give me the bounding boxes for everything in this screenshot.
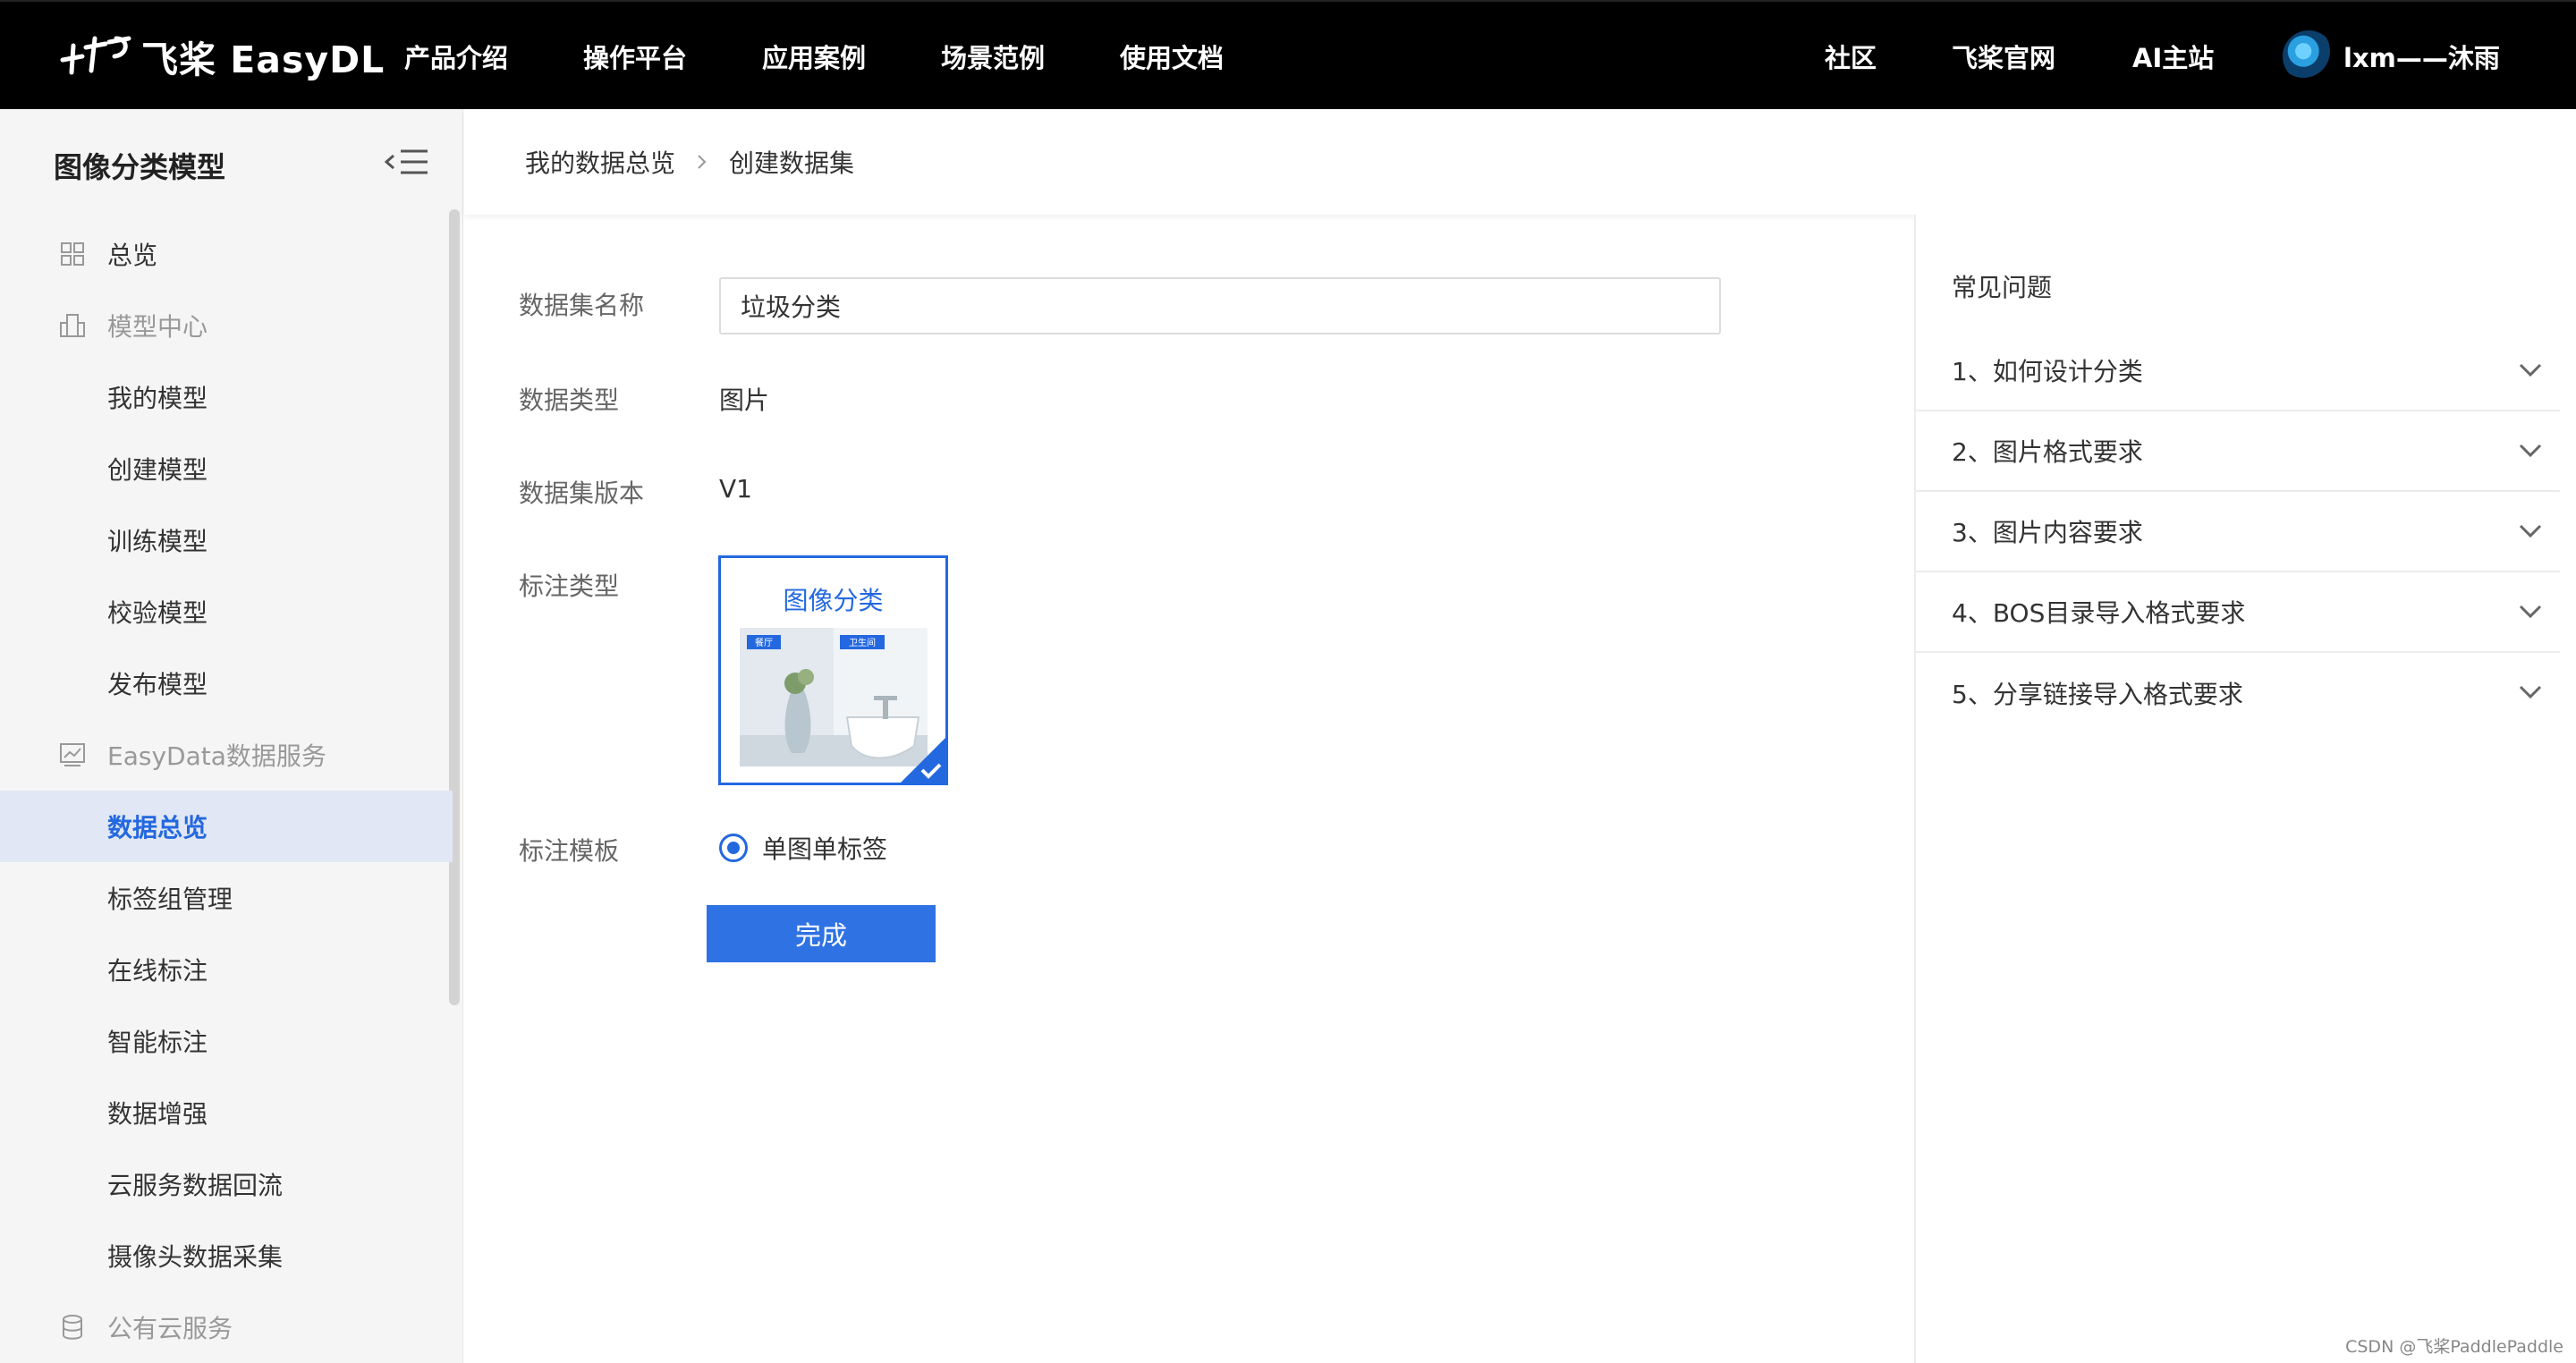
sidebar-group-public-cloud[interactable]: 公有云服务 (0, 1291, 453, 1363)
sidebar-item-verify-model[interactable]: 校验模型 (0, 576, 453, 648)
sidebar-item-label: 训练模型 (107, 527, 208, 556)
sidebar-item-train-model[interactable]: 训练模型 (0, 504, 453, 576)
dataset-version-label: 数据集版本 (519, 478, 645, 508)
nav-ai-site[interactable]: AI主站 (2132, 38, 2214, 75)
avatar (2283, 30, 2334, 82)
faq-question: 2、图片格式要求 (1952, 437, 2143, 467)
sidebar-item-label: 我的模型 (107, 384, 208, 413)
sidebar-item-label: 校验模型 (107, 598, 208, 628)
database-icon (63, 1315, 82, 1340)
annotation-type-label: 标注类型 (519, 571, 620, 601)
dataset-name-label: 数据集名称 (519, 291, 645, 320)
faq-item[interactable]: 3、图片内容要求 (1916, 492, 2560, 572)
dataset-version-value: V1 (719, 474, 752, 504)
faq-panel: 常见问题 1、如何设计分类 2、图片格式要求 3、图片内容要求 4、BOS目录导… (1914, 215, 2576, 1363)
radio-selected-dot (727, 842, 740, 854)
faq-item[interactable]: 4、BOS目录导入格式要求 (1916, 572, 2560, 653)
faq-question: 1、如何设计分类 (1952, 357, 2143, 386)
data-type-label: 数据类型 (519, 385, 620, 415)
chevron-down-icon (2519, 605, 2542, 619)
grid-icon (61, 242, 84, 266)
sidebar-group-easydata[interactable]: EasyData数据服务 (0, 719, 453, 791)
sidebar-item-label: 摄像头数据采集 (107, 1242, 284, 1272)
sidebar-item-my-models[interactable]: 我的模型 (0, 361, 453, 433)
sidebar-item-smart-annotation[interactable]: 智能标注 (0, 1005, 453, 1077)
sidebar-item-publish-model[interactable]: 发布模型 (0, 648, 453, 719)
sidebar-group-label: 公有云服务 (107, 1314, 233, 1343)
chevron-down-icon (2519, 363, 2542, 377)
watermark: CSDN @飞桨PaddlePaddle (2345, 1337, 2563, 1357)
annotation-type-option: 图像分类 (783, 586, 884, 615)
faq-item[interactable]: 2、图片格式要求 (1916, 411, 2560, 492)
scene-tag-bathroom: 卫生间 (849, 637, 876, 648)
sidebar-item-label: 数据总览 (107, 813, 208, 842)
sidebar-item-overview[interactable]: 总览 (0, 218, 453, 290)
image-classification-illustration: 餐厅 卫生间 (740, 628, 928, 766)
breadcrumb-current: 创建数据集 (729, 148, 855, 178)
sidebar: 图像分类模型 总览 模型中心 我的模型 创建模型 训练模型 校验模型 发布模型 (0, 109, 463, 1363)
paddle-logo-icon (60, 36, 131, 75)
top-navbar: 飞桨 EasyDL 产品介绍 操作平台 应用案例 场景范例 使用文档 社区 飞桨… (0, 0, 2576, 109)
building-icon (60, 314, 85, 337)
chevron-down-icon (2519, 524, 2542, 538)
sidebar-item-label: 智能标注 (107, 1028, 208, 1057)
faq-item[interactable]: 1、如何设计分类 (1916, 331, 2560, 411)
breadcrumb: 我的数据总览 创建数据集 (464, 109, 2576, 215)
collapse-sidebar-icon[interactable] (385, 147, 429, 177)
sidebar-item-label-groups[interactable]: 标签组管理 (0, 862, 453, 934)
scene-tag-dining: 餐厅 (755, 637, 773, 648)
sidebar-item-label: 数据增强 (107, 1099, 208, 1129)
breadcrumb-parent[interactable]: 我的数据总览 (525, 144, 675, 180)
nav-product-intro[interactable]: 产品介绍 (404, 38, 508, 75)
nav-platform[interactable]: 操作平台 (583, 38, 687, 75)
sidebar-item-camera-collection[interactable]: 摄像头数据采集 (0, 1220, 453, 1291)
sidebar-item-label: 总览 (107, 241, 158, 270)
sidebar-group-model-center[interactable]: 模型中心 (0, 290, 453, 361)
nav-paddle-site[interactable]: 飞桨官网 (1952, 38, 2055, 75)
sidebar-title: 图像分类模型 (54, 150, 226, 184)
faq-question: 4、BOS目录导入格式要求 (1952, 598, 2246, 628)
user-menu[interactable]: lxm——沐雨 (2283, 27, 2500, 86)
sidebar-item-label: 云服务数据回流 (107, 1171, 284, 1200)
faq-question: 5、分享链接导入格式要求 (1952, 680, 2243, 709)
sidebar-item-label: 创建模型 (107, 455, 208, 485)
sidebar-item-label: 发布模型 (107, 670, 208, 699)
done-button[interactable]: 完成 (707, 905, 936, 962)
sidebar-item-data-overview[interactable]: 数据总览 (0, 791, 453, 862)
sidebar-item-create-model[interactable]: 创建模型 (0, 433, 453, 504)
faq-title: 常见问题 (1952, 273, 2053, 302)
chevron-down-icon (2519, 685, 2542, 699)
dataset-name-input[interactable] (719, 277, 1721, 334)
nav-docs[interactable]: 使用文档 (1120, 38, 1224, 75)
sidebar-group-label: EasyData数据服务 (107, 741, 326, 771)
logo-text: 飞桨 EasyDL (141, 38, 386, 81)
annotation-type-card-image-classification[interactable]: 图像分类 餐厅 卫生间 (718, 555, 948, 785)
annotation-template-label: 标注模板 (519, 836, 620, 866)
chart-icon (60, 743, 85, 766)
chevron-right-icon (698, 155, 707, 169)
template-option-label: 单图单标签 (762, 834, 888, 864)
sidebar-item-label: 在线标注 (107, 956, 208, 986)
nav-scenarios[interactable]: 场景范例 (941, 38, 1045, 75)
sidebar-item-cloud-data-reflow[interactable]: 云服务数据回流 (0, 1148, 453, 1220)
radio-button[interactable] (719, 834, 748, 862)
nav-cases[interactable]: 应用案例 (762, 38, 866, 75)
template-radio-single-label[interactable]: 单图单标签 (719, 830, 887, 866)
logo[interactable]: 飞桨 EasyDL (59, 29, 385, 84)
sidebar-item-label: 标签组管理 (107, 885, 233, 914)
nav-community[interactable]: 社区 (1825, 38, 1877, 75)
sidebar-item-online-annotation[interactable]: 在线标注 (0, 934, 453, 1005)
sidebar-group-label: 模型中心 (107, 312, 208, 342)
chevron-down-icon (2519, 444, 2542, 458)
faq-item[interactable]: 5、分享链接导入格式要求 (1916, 653, 2560, 733)
faq-question: 3、图片内容要求 (1952, 518, 2143, 547)
sidebar-item-data-augmentation[interactable]: 数据增强 (0, 1077, 453, 1148)
data-type-value: 图片 (719, 385, 770, 415)
selected-check-icon (901, 738, 945, 783)
username: lxm——沐雨 (2343, 43, 2500, 73)
